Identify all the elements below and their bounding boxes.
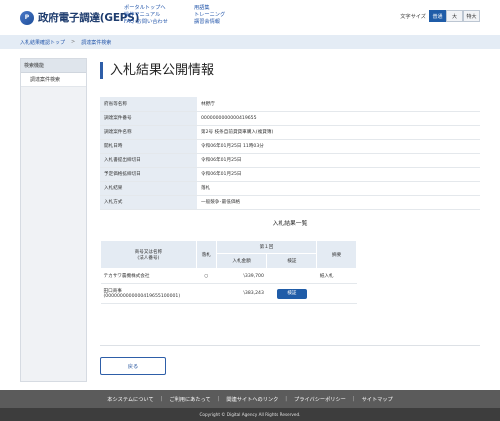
bid-amount: \383,243 bbox=[216, 283, 267, 304]
table-row: 田口商事 (0000000000000419655100001) \383,24… bbox=[100, 283, 357, 304]
footer-separator: | bbox=[160, 396, 163, 402]
info-value: 令和06年01月25日 11時03分 bbox=[197, 139, 480, 154]
footer-links: 本システムについて | ご利用にあたって | 関連サイトへのリンク | プライバ… bbox=[0, 390, 500, 408]
remarks: 紙入札 bbox=[316, 268, 357, 284]
bid-amount: \339,700 bbox=[216, 268, 267, 284]
table-row: テカサワ農機株式会社 ○ \339,700 紙入札 bbox=[100, 268, 357, 284]
font-size-xlarge-button[interactable]: 特大 bbox=[463, 10, 480, 22]
footer-separator: | bbox=[352, 396, 355, 402]
header-company: 商号又は名称 (法人番号) bbox=[100, 240, 197, 269]
font-size-large-button[interactable]: 大 bbox=[446, 10, 463, 22]
bid-info-table: 府省等名称 林野庁 調達案件番号 0000000000000419655 調達案件名称第… bbox=[100, 97, 480, 210]
info-label: 入札方式 bbox=[100, 195, 197, 210]
verify-button[interactable]: 検証 bbox=[276, 288, 307, 299]
footer-link-related[interactable]: 関連サイトへのリンク bbox=[226, 396, 278, 403]
info-value: 令和06年01月25日 bbox=[197, 167, 480, 182]
breadcrumb-separator-icon: > bbox=[71, 39, 76, 45]
verify-cell: 検証 bbox=[266, 283, 317, 304]
header-amount: 入札金額 bbox=[215, 253, 268, 269]
info-label: 調達案件番号 bbox=[100, 111, 197, 126]
info-row: 入札書提出締切日 令和06年01月25日 bbox=[100, 153, 480, 168]
breadcrumb-results-top[interactable]: 入札結果確認トップ bbox=[20, 39, 65, 46]
divider bbox=[100, 345, 480, 346]
sidebar: 検索機能 調達案件検索 bbox=[20, 58, 87, 382]
top-nav-secondary: 用語集 トレーニング 講習会情報 bbox=[194, 5, 225, 27]
info-value: 0000000000000419655 bbox=[197, 111, 480, 126]
award-mark: ○ bbox=[196, 268, 217, 284]
info-value: 第2号 枝条自前貸貸車購入(複貸簿) bbox=[197, 125, 480, 140]
award-mark bbox=[196, 283, 217, 304]
info-value: 落札 bbox=[197, 181, 480, 196]
info-row: 入札結果 落札 bbox=[100, 181, 480, 196]
footer-link-privacy[interactable]: プライバシーポリシー bbox=[294, 396, 346, 403]
geps-logo[interactable]: P 政府電子調達(GEPS) bbox=[20, 10, 139, 25]
info-row: 予定価格拡締切日 令和06年01月25日 bbox=[100, 167, 480, 182]
info-label: 調達案件名称 bbox=[100, 125, 197, 140]
info-row: 開札日時 令和06年01月25日 11時03分 bbox=[100, 139, 480, 154]
info-row: 府省等名称 林野庁 bbox=[100, 97, 480, 112]
footer-separator: | bbox=[285, 396, 288, 402]
footer-link-sitemap[interactable]: サイトマップ bbox=[362, 396, 393, 403]
info-label: 予定価格拡締切日 bbox=[100, 167, 197, 182]
company-corporate-number: (0000000000000419655100001) bbox=[103, 294, 181, 299]
font-size-switcher: 文字サイズ 普通 大 特大 bbox=[400, 10, 480, 22]
header-round: 第１回 bbox=[215, 239, 318, 255]
info-value: 林野庁 bbox=[197, 97, 480, 112]
footer-link-terms[interactable]: ご利用にあたって bbox=[169, 396, 210, 403]
info-label: 開札日時 bbox=[100, 139, 197, 154]
info-row: 入札方式 一般競争･最低価格 bbox=[100, 195, 480, 210]
footer-separator: | bbox=[217, 396, 220, 402]
info-row: 調達案件名称 第2号 枝条自前貸貸車購入(複貸簿) bbox=[100, 125, 480, 140]
results-title: 入札結果一覧 bbox=[272, 221, 308, 227]
company-name: 田口商事 (0000000000000419655100001) bbox=[100, 283, 197, 304]
company-name: テカサワ農機株式会社 bbox=[100, 268, 197, 284]
header: P 政府電子調達(GEPS) ポータルトップへ 操作マニュアル FAQ･お問い合… bbox=[0, 0, 500, 34]
info-row: 調達案件番号 0000000000000419655 bbox=[100, 111, 480, 126]
back-button[interactable]: 戻る bbox=[100, 357, 166, 375]
info-label: 府省等名称 bbox=[100, 97, 197, 112]
info-label: 入札書提出締切日 bbox=[100, 153, 197, 168]
sidebar-item-case-search[interactable]: 調達案件検索 bbox=[21, 73, 86, 87]
footer-link-about[interactable]: 本システムについて bbox=[107, 396, 153, 403]
header-award: 落札 bbox=[195, 240, 217, 269]
copyright: Copyright © Digital Agency All Rights Re… bbox=[0, 408, 500, 421]
company-name-text: テカサワ農機株式会社 bbox=[103, 274, 150, 279]
font-size-normal-button[interactable]: 普通 bbox=[429, 10, 446, 22]
info-label: 入札結果 bbox=[100, 181, 197, 196]
bid-results-table: 商号又は名称 (法人番号) 落札 第１回 摘要 入札金額 検証 テカサワ農機株式… bbox=[100, 239, 357, 304]
breadcrumb-case-search[interactable]: 調達案件検索 bbox=[81, 39, 111, 46]
verify-cell bbox=[266, 268, 317, 284]
breadcrumb: 入札結果確認トップ > 調達案件検索 bbox=[0, 35, 500, 49]
info-value: 一般競争･最低価格 bbox=[197, 195, 480, 210]
page-title: 入札結果公開情報 bbox=[100, 62, 214, 79]
font-size-label: 文字サイズ bbox=[400, 13, 426, 20]
geps-logo-icon: P bbox=[20, 10, 34, 25]
faq-link[interactable]: FAQ･お問い合わせ bbox=[124, 19, 168, 26]
seminar-link[interactable]: 講習会情報 bbox=[194, 19, 225, 26]
top-nav-primary: ポータルトップへ 操作マニュアル FAQ･お問い合わせ bbox=[124, 5, 168, 27]
header-verify: 検証 bbox=[266, 253, 318, 269]
info-value: 令和06年01月25日 bbox=[197, 153, 480, 168]
remarks bbox=[316, 283, 357, 304]
sidebar-heading: 検索機能 bbox=[21, 59, 86, 73]
header-remarks: 摘要 bbox=[316, 240, 357, 269]
